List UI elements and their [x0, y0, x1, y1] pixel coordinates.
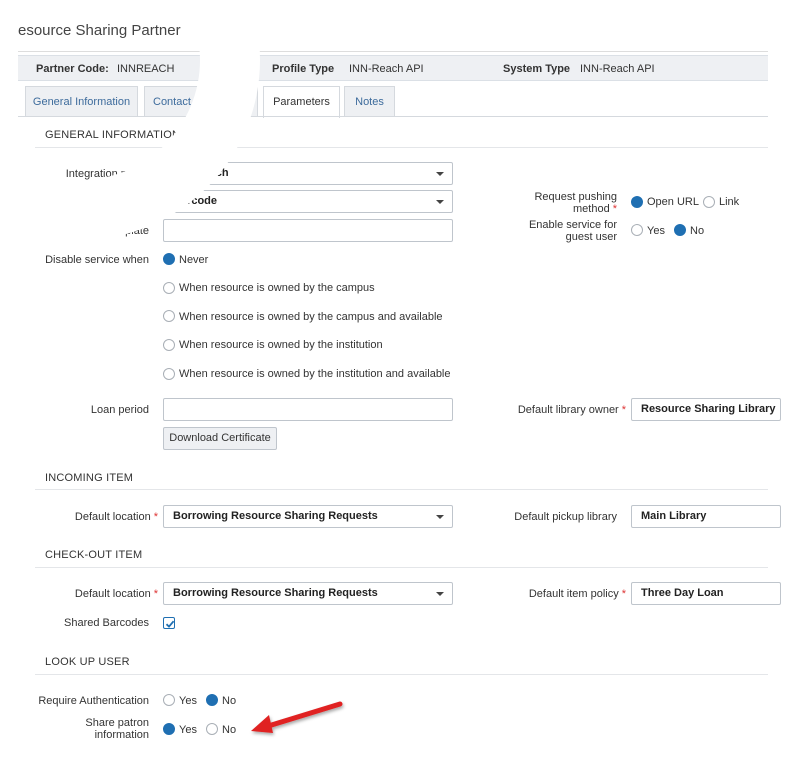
integration-profile-label: Integration profile * — [65, 168, 158, 180]
section-general-information: GENERAL INFORMATION — [45, 129, 181, 141]
radio-share-patron-yes[interactable] — [163, 723, 175, 735]
radio-share-patron-no-label: No — [222, 724, 237, 736]
integration-profile-select[interactable]: INN-Reach — [163, 162, 453, 185]
tab-general-information[interactable]: General Information — [25, 86, 138, 117]
chevron-down-icon — [436, 592, 444, 596]
radio-owned-by-institution-label: When resource is owned by the institutio… — [179, 339, 383, 351]
loan-period-input[interactable] — [163, 398, 453, 421]
require-authentication-label: Require Authentication — [38, 695, 149, 707]
radio-owned-by-campus-label: When resource is owned by the campus — [179, 282, 375, 294]
loan-period-label: Loan period — [90, 404, 149, 416]
tab-parameters[interactable]: Parameters — [263, 86, 340, 118]
shared-barcodes-checkbox[interactable] — [163, 617, 175, 629]
user-identifier-type-select[interactable]: Barcode — [163, 190, 453, 213]
request-pushing-label: Request pushing method * — [534, 191, 617, 215]
shared-barcodes-label: Shared Barcodes — [64, 617, 149, 629]
default-library-owner-label: Default library owner * — [517, 404, 626, 416]
radio-owned-by-campus-available[interactable] — [163, 310, 175, 322]
radio-guest-yes-label: Yes — [647, 225, 665, 237]
user-identifier-type-label: User identifier type * — [59, 196, 158, 208]
red-arrow-icon — [251, 701, 343, 733]
checkout-default-location-select[interactable]: Borrowing Resource Sharing Requests — [163, 582, 453, 605]
page-title: esource Sharing Partner — [18, 22, 181, 39]
radio-owned-by-institution[interactable] — [163, 339, 175, 351]
system-type-label: System Type — [503, 63, 571, 75]
default-item-policy-select[interactable]: Three Day Loan — [631, 582, 781, 605]
radio-never[interactable] — [163, 253, 175, 265]
radio-require-auth-no[interactable] — [206, 694, 218, 706]
default-item-policy-label: Default item policy * — [528, 588, 626, 600]
radio-guest-yes[interactable] — [631, 224, 643, 236]
chevron-down-icon — [436, 172, 444, 176]
partner-code-value: INNREACH — [117, 63, 175, 75]
radio-share-patron-no[interactable] — [206, 723, 218, 735]
default-library-owner-select[interactable]: Resource Sharing Library — [631, 398, 781, 421]
chevron-down-icon — [436, 200, 444, 204]
url-template-input[interactable] — [163, 219, 453, 242]
tab-divider — [18, 116, 768, 117]
radio-link-label: Link — [719, 196, 740, 208]
profile-type-label: Profile Type — [272, 63, 335, 75]
system-type-value: INN-Reach API — [580, 63, 655, 75]
radio-never-label: Never — [179, 254, 209, 266]
share-patron-label: Share patron information — [85, 717, 149, 741]
radio-require-auth-no-label: No — [222, 695, 237, 707]
radio-link[interactable] — [703, 196, 715, 208]
partner-code-label: Partner Code: — [36, 63, 109, 75]
radio-owned-by-campus[interactable] — [163, 282, 175, 294]
page: esource Sharing Partner Partner Code: IN… — [0, 0, 785, 761]
incoming-default-location-label: Default location * — [74, 511, 158, 523]
default-pickup-library-select[interactable]: Main Library — [631, 505, 781, 528]
radio-owned-by-campus-available-label: When resource is owned by the campus and… — [179, 311, 443, 323]
radio-guest-no-label: No — [690, 225, 705, 237]
section-incoming-item: INCOMING ITEM — [45, 472, 134, 484]
radio-require-auth-yes-label: Yes — [179, 695, 197, 707]
download-certificate-button[interactable]: Download Certificate — [163, 427, 277, 450]
radio-require-auth-yes[interactable] — [163, 694, 175, 706]
section-look-up-user: LOOK UP USER — [45, 656, 130, 668]
checkmark-icon — [165, 620, 175, 628]
partner-info-bar: Partner Code: INNREACH Profile Type INN-… — [18, 55, 768, 81]
section-divider — [35, 147, 768, 148]
checkout-default-location-label: Default location * — [74, 588, 158, 600]
tab-contact-information[interactable]: Contact Information — [144, 86, 258, 117]
tab-notes[interactable]: Notes — [344, 86, 395, 117]
title-divider — [18, 51, 768, 52]
disable-service-label: Disable service when — [45, 254, 149, 266]
section-check-out-item: CHECK-OUT ITEM — [45, 549, 143, 561]
radio-guest-no[interactable] — [674, 224, 686, 236]
radio-owned-by-institution-available-label: When resource is owned by the institutio… — [179, 368, 451, 380]
radio-owned-by-institution-available[interactable] — [163, 368, 175, 380]
guest-user-label: Enable service for guest user — [528, 219, 617, 243]
radio-share-patron-yes-label: Yes — [179, 724, 197, 736]
radio-open-url[interactable] — [631, 196, 643, 208]
chevron-down-icon — [436, 515, 444, 519]
default-pickup-library-label: Default pickup library — [514, 511, 617, 523]
profile-type-value: INN-Reach API — [349, 63, 424, 75]
section-divider — [35, 674, 768, 675]
section-divider — [35, 567, 768, 568]
radio-open-url-label: Open URL — [647, 196, 699, 208]
section-divider — [35, 489, 768, 490]
incoming-default-location-select[interactable]: Borrowing Resource Sharing Requests — [163, 505, 453, 528]
url-template-label: URL template — [82, 225, 149, 237]
